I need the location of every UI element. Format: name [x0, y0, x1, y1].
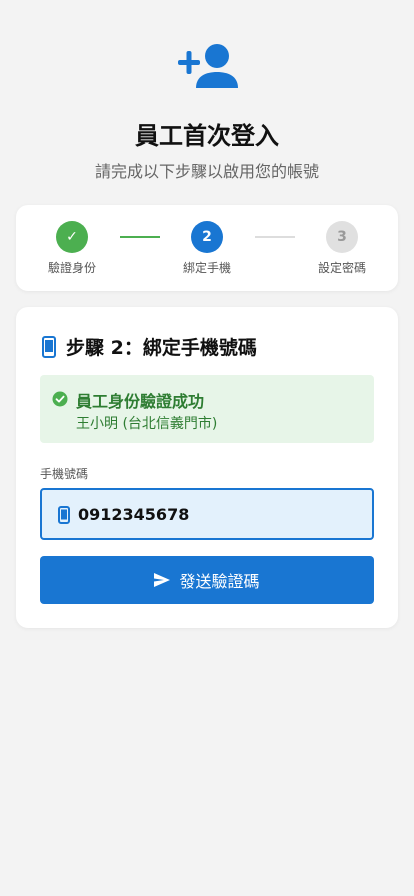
send-icon [154, 573, 171, 587]
step-label: 驗證身份 [47, 261, 96, 275]
smartphone-icon [42, 335, 56, 358]
step-bind-phone: 2 綁定手機 [167, 221, 247, 276]
check-circle-icon [52, 391, 68, 407]
step-connector [120, 236, 160, 238]
step-label: 綁定手機 [182, 261, 231, 275]
success-alert: 員工身份驗證成功 王小明 (台北信義門市) [40, 375, 374, 443]
bind-phone-card: 步驟 2：綁定手機號碼 員工身份驗證成功 王小明 (台北信義門市) 手機號碼 發… [16, 307, 398, 628]
page-subtitle: 請完成以下步驟以啟用您的帳號 [94, 162, 319, 181]
step-connector [255, 236, 295, 238]
person-add-icon [178, 44, 238, 88]
phone-field[interactable] [40, 488, 374, 540]
step-number: 2 [191, 221, 223, 253]
employee-info: 王小明 (台北信義門市) [76, 416, 218, 432]
step-label: 設定密碼 [317, 261, 366, 275]
send-code-label: 發送驗證碼 [179, 572, 260, 591]
step-verify-identity: ✓ 驗證身份 [32, 221, 112, 276]
step-completed-icon: ✓ [56, 221, 88, 253]
page-title: 員工首次登入 [135, 122, 279, 150]
step-set-password: 3 設定密碼 [302, 221, 382, 276]
success-title: 員工身份驗證成功 [76, 392, 205, 411]
stepper: ✓ 驗證身份 2 綁定手機 3 設定密碼 [16, 205, 398, 291]
phone-field-label: 手機號碼 [40, 467, 89, 481]
step-number: 3 [326, 221, 358, 253]
phone-input[interactable] [78, 490, 368, 538]
smartphone-icon [58, 506, 70, 524]
card-title: 步驟 2：綁定手機號碼 [40, 333, 257, 360]
card-title-text: 步驟 2：綁定手機號碼 [66, 337, 257, 359]
send-code-button[interactable]: 發送驗證碼 [40, 556, 374, 604]
